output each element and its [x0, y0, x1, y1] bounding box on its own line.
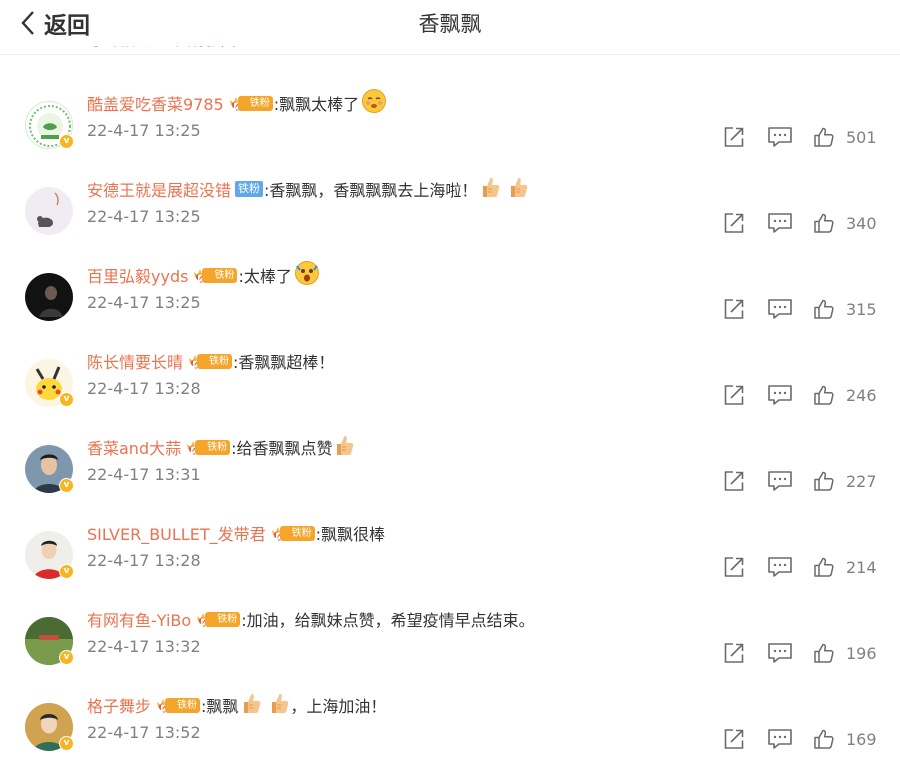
like-count: 214 — [846, 557, 877, 577]
like-count: 315 — [846, 299, 877, 319]
shocked-face-icon — [294, 260, 320, 290]
username-link[interactable]: 有网有鱼-YiBo — [87, 607, 191, 631]
header-divider — [0, 54, 900, 55]
verified-badge-icon: v — [59, 736, 74, 751]
comment-time: 22-4-17 13:31 — [87, 465, 201, 484]
thumbs-up-icon — [813, 298, 835, 320]
comment-time: 22-4-17 13:28 — [87, 379, 201, 398]
comment-text: :香飘飘超棒！ — [233, 353, 335, 372]
reply-icon[interactable] — [767, 555, 793, 579]
comment-text: :飘飘太棒了 — [273, 95, 360, 114]
verified-badge-icon: v — [59, 134, 74, 149]
comment-text-after: ，上海加油！ — [290, 697, 387, 716]
like-count: 196 — [846, 643, 877, 663]
comment-time: 22-4-17 13:52 — [87, 723, 201, 742]
thumbs-up-icon — [813, 728, 835, 750]
comment-time: 22-4-17 13:28 — [87, 551, 201, 570]
share-icon[interactable] — [722, 211, 746, 235]
share-icon[interactable] — [722, 555, 746, 579]
thumbs-up-emoji-icon — [507, 175, 529, 203]
comment-text: :加油，给飘妹点赞，希望疫情早点结束。 — [241, 611, 535, 630]
thumbs-up-emoji-icon — [240, 691, 262, 719]
thumbs-up-icon — [813, 556, 835, 578]
share-icon[interactable] — [722, 297, 746, 321]
verified-badge-icon: v — [59, 478, 74, 493]
fan-badge: 铁粉 — [155, 696, 201, 714]
thumbs-up-icon — [813, 470, 835, 492]
comment-item: v 格子舞步 铁粉 :飘飘 ，上海加油！ 22-4-17 13:52 169 — [0, 680, 900, 766]
comment-text: :飘飘很棒 — [315, 525, 386, 544]
comment-item: v 香菜and大蒜 铁粉 :给香飘飘点赞 22-4-17 13:31 227 — [0, 422, 900, 508]
share-icon[interactable] — [722, 641, 746, 665]
username-link[interactable]: 陈长情要长晴 — [87, 349, 183, 373]
like-button[interactable]: 196 — [813, 641, 877, 665]
fan-badge: 铁粉 — [187, 352, 233, 370]
like-count: 227 — [846, 471, 877, 491]
thumbs-up-icon — [813, 384, 835, 406]
comment-item: 百里弘毅yyds 铁粉 :太棒了 22-4-17 13:25 315 — [0, 250, 900, 336]
thumbs-up-emoji-icon — [333, 433, 355, 461]
reply-icon[interactable] — [767, 641, 793, 665]
avatar[interactable] — [25, 273, 73, 321]
page-title: 香飘飘 — [418, 12, 482, 36]
thumbs-up-emoji-icon — [479, 175, 501, 203]
like-count: 246 — [846, 385, 877, 405]
comment-text: :给香飘飘点赞 — [231, 439, 333, 458]
like-button[interactable]: 315 — [813, 297, 877, 321]
reply-icon[interactable] — [767, 383, 793, 407]
fan-badge: 铁粉 — [270, 524, 315, 542]
reply-icon[interactable] — [767, 727, 793, 751]
comment-text: :香飘飘，香飘飘飘去上海啦！ — [264, 181, 478, 200]
verified-badge-icon: v — [59, 650, 74, 665]
fan-badge: 铁粉 — [195, 610, 241, 628]
like-count: 169 — [846, 729, 877, 749]
comment-item: v SILVER_BULLET_发带君 铁粉 :飘飘很棒 22-4-17 13:… — [0, 508, 900, 594]
thumbs-up-emoji-icon — [268, 691, 290, 719]
reply-icon[interactable] — [767, 297, 793, 321]
like-button[interactable]: 501 — [813, 125, 877, 149]
share-icon[interactable] — [722, 383, 746, 407]
share-icon[interactable] — [722, 125, 746, 149]
thumbs-up-icon — [813, 642, 835, 664]
username-link[interactable]: 安德王就是展超没错 — [87, 177, 231, 201]
share-icon[interactable] — [722, 469, 746, 493]
blushing-face-icon — [361, 88, 387, 118]
reply-icon[interactable] — [767, 125, 793, 149]
comment-time: 22-4-17 13:25 — [87, 207, 201, 226]
avatar[interactable] — [25, 187, 73, 235]
fan-badge: 铁粉 — [192, 266, 238, 284]
username-link[interactable]: SILVER_BULLET_发带君 — [87, 521, 266, 545]
comment-text: :飘飘 — [201, 697, 239, 716]
comment-time: 22-4-17 13:25 — [87, 121, 201, 140]
comment-text: :太棒了 — [238, 267, 292, 286]
reply-icon[interactable] — [767, 469, 793, 493]
reply-icon[interactable] — [767, 211, 793, 235]
like-button[interactable]: 246 — [813, 383, 877, 407]
fan-badge: 铁粉 — [185, 438, 231, 456]
comment-item: 安德王就是展超没错 铁粉 :香飘飘，香飘飘飘去上海啦！ 22-4-17 13:2… — [0, 164, 900, 250]
thumbs-up-icon — [813, 212, 835, 234]
fan-badge: 铁粉 — [228, 94, 273, 112]
username-link[interactable]: 香菜and大蒜 — [87, 435, 181, 459]
share-icon[interactable] — [722, 727, 746, 751]
like-count: 501 — [846, 127, 877, 147]
username-link[interactable]: 酷盖爱吃香菜9785 — [87, 91, 224, 115]
comment-item: v 陈长情要长晴 铁粉 :香飘飘超棒！ 22-4-17 13:28 246 — [0, 336, 900, 422]
top-nav-bar: 返回 香飘飘 — [0, 0, 900, 46]
verified-badge-icon: v — [59, 564, 74, 579]
verified-badge-icon: v — [59, 392, 74, 407]
like-button[interactable]: 169 — [813, 727, 877, 751]
username-link[interactable]: 格子舞步 — [87, 693, 151, 717]
username-link[interactable]: 百里弘毅yyds — [87, 263, 188, 287]
like-button[interactable]: 227 — [813, 469, 877, 493]
fan-badge: 铁粉 — [235, 181, 264, 197]
comment-item: v 有网有鱼-YiBo 铁粉 :加油，给飘妹点赞，希望疫情早点结束。 22-4-… — [0, 594, 900, 680]
like-button[interactable]: 340 — [813, 211, 877, 235]
comment-time: 22-4-17 13:25 — [87, 293, 201, 312]
like-count: 340 — [846, 213, 877, 233]
comment-item: v 酷盖爱吃香菜9785 铁粉 :飘飘太棒了 22-4-17 13:25 501 — [0, 78, 900, 164]
comment-time: 22-4-17 13:32 — [87, 637, 201, 656]
thumbs-up-icon — [813, 126, 835, 148]
like-button[interactable]: 214 — [813, 555, 877, 579]
